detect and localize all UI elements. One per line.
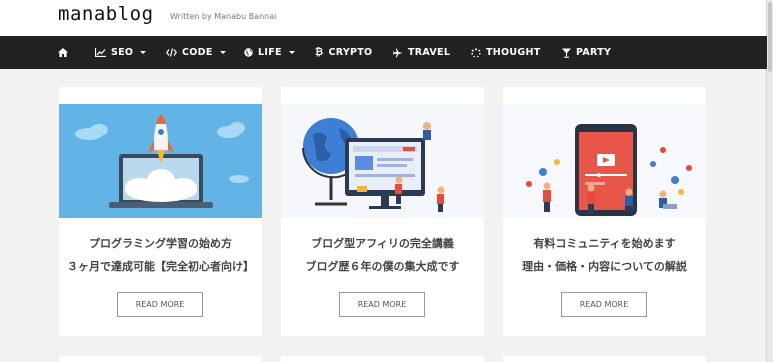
- site-tagline: Written by Manabu Bannai: [170, 12, 277, 21]
- article-card-next-row[interactable]: [503, 356, 706, 362]
- main-navbar: SEO CODE LIFE ₿ CRYPTO TRAVEL THOUGHT PA…: [0, 36, 767, 69]
- plane-icon: [393, 48, 403, 58]
- article-thumbnail-rocket[interactable]: [59, 104, 262, 218]
- nav-label-travel: TRAVEL: [408, 47, 451, 58]
- nav-label-party: PARTY: [576, 47, 612, 58]
- cocktail-icon: [562, 48, 571, 58]
- nav-item-code[interactable]: CODE: [166, 36, 226, 69]
- chevron-down-icon: [288, 51, 295, 54]
- chart-line-icon: [95, 48, 106, 57]
- article-card[interactable]: プログラミング学習の始め方 ３ヶ月で達成可能【完全初心者向け】 READ MOR…: [59, 87, 262, 336]
- nav-item-home[interactable]: [58, 36, 68, 69]
- code-icon: [166, 48, 177, 57]
- nav-label-crypto: CRYPTO: [328, 47, 373, 58]
- page-scrollbar[interactable]: [766, 0, 773, 362]
- chevron-down-icon: [219, 51, 226, 54]
- card-title[interactable]: ブログ型アフィリの完全講義: [281, 235, 484, 251]
- bitcoin-icon: ₿: [315, 47, 324, 58]
- read-more-button[interactable]: READ MORE: [339, 292, 425, 317]
- nav-item-life[interactable]: LIFE: [244, 36, 295, 69]
- nav-item-party[interactable]: PARTY: [562, 36, 611, 69]
- article-card[interactable]: ブログ型アフィリの完全講義 ブログ歴６年の僕の集大成です READ MORE: [281, 87, 484, 336]
- chevron-down-icon: [140, 51, 147, 54]
- card-subtitle[interactable]: 理由・価格・内容についての解説: [503, 258, 706, 274]
- scrollbar-thumb[interactable]: [768, 2, 772, 72]
- article-card-next-row[interactable]: [59, 356, 262, 362]
- spinner-icon: [471, 47, 481, 58]
- article-card-next-row[interactable]: [281, 356, 484, 362]
- article-card[interactable]: 有料コミュニティを始めます 理由・価格・内容についての解説 READ MORE: [503, 87, 706, 336]
- article-thumbnail-blog[interactable]: [281, 104, 484, 218]
- card-title[interactable]: 有料コミュニティを始めます: [503, 235, 706, 251]
- site-header: manablog Written by Manabu Bannai: [0, 0, 773, 36]
- globe-icon: [244, 48, 253, 57]
- nav-item-thought[interactable]: THOUGHT: [471, 36, 541, 69]
- nav-item-seo[interactable]: SEO: [95, 36, 147, 69]
- read-more-button[interactable]: READ MORE: [561, 292, 647, 317]
- card-title[interactable]: プログラミング学習の始め方: [59, 235, 262, 251]
- card-subtitle[interactable]: ３ヶ月で達成可能【完全初心者向け】: [59, 258, 262, 274]
- site-logo[interactable]: manablog: [58, 3, 154, 25]
- nav-label-seo: SEO: [111, 47, 134, 58]
- nav-label-code: CODE: [182, 47, 213, 58]
- article-thumbnail-video[interactable]: [503, 104, 706, 218]
- read-more-button[interactable]: READ MORE: [117, 292, 203, 317]
- nav-item-travel[interactable]: TRAVEL: [393, 36, 450, 69]
- nav-label-thought: THOUGHT: [486, 47, 541, 58]
- home-icon: [58, 48, 68, 57]
- nav-item-crypto[interactable]: ₿ CRYPTO: [315, 36, 372, 69]
- card-subtitle[interactable]: ブログ歴６年の僕の集大成です: [281, 258, 484, 274]
- nav-label-life: LIFE: [258, 47, 282, 58]
